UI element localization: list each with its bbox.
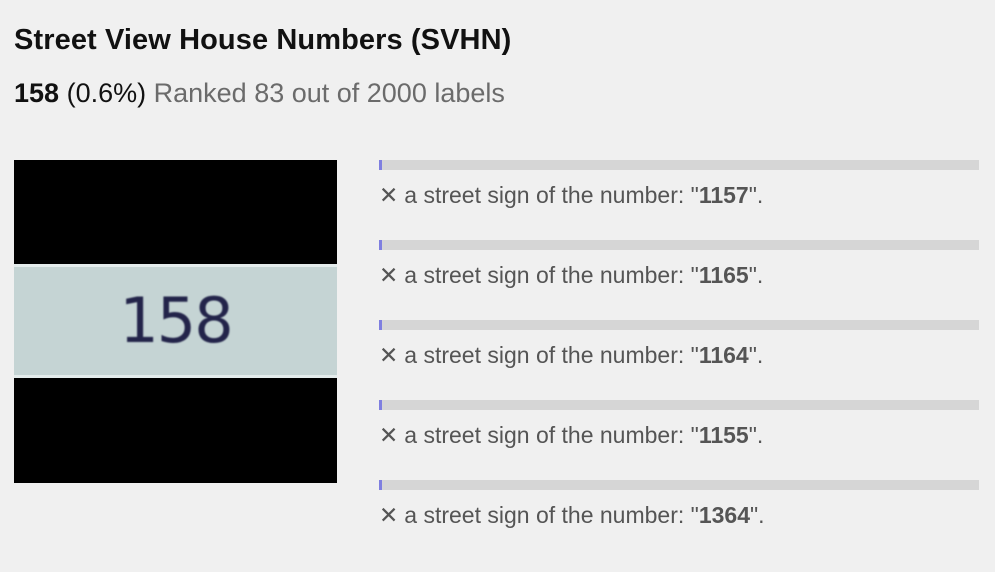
house-number-digits: 158 — [119, 284, 233, 357]
cross-icon: ✕ — [379, 502, 399, 528]
score-bar-track — [379, 400, 979, 410]
prediction-text: ✕ a street sign of the number: "1164". — [379, 342, 763, 369]
prediction-prefix: a street sign of the number: " — [404, 262, 699, 288]
page: Street View House Numbers (SVHN) 158 (0.… — [0, 0, 995, 572]
prediction-number: 1364 — [698, 502, 750, 528]
prediction-item: ✕ a street sign of the number: "1165". — [379, 240, 979, 300]
score-bar-fill — [379, 400, 382, 410]
score-bar-fill — [379, 240, 382, 250]
prediction-item: ✕ a street sign of the number: "1155". — [379, 400, 979, 460]
prediction-prefix: a street sign of the number: " — [404, 422, 699, 448]
prediction-number: 1157 — [698, 182, 749, 208]
label-summary: 158 (0.6%) Ranked 83 out of 2000 labels — [14, 78, 505, 109]
sample-image: 158 — [14, 160, 337, 483]
label-value: 158 — [14, 78, 60, 108]
prediction-number: 1164 — [698, 342, 749, 368]
prediction-item: ✕ a street sign of the number: "1364". — [379, 480, 979, 540]
score-bar-fill — [379, 160, 382, 170]
prediction-number: 1165 — [698, 262, 749, 288]
cross-icon: ✕ — [379, 422, 399, 448]
prediction-prefix: a street sign of the number: " — [404, 502, 699, 528]
cross-icon: ✕ — [379, 262, 399, 288]
score-bar-track — [379, 240, 979, 250]
prediction-prefix: a street sign of the number: " — [404, 342, 699, 368]
page-title: Street View House Numbers (SVHN) — [14, 24, 512, 56]
prediction-suffix: ". — [748, 182, 764, 208]
prediction-suffix: ". — [750, 502, 765, 528]
score-bar-track — [379, 480, 979, 490]
prediction-suffix: ". — [748, 262, 764, 288]
label-percent: (0.6%) — [66, 78, 147, 108]
prediction-number: 1155 — [698, 422, 749, 448]
score-bar-track — [379, 160, 979, 170]
score-bar-fill — [379, 480, 382, 490]
house-number-plate: 158 — [14, 264, 337, 378]
prediction-suffix: ". — [748, 422, 764, 448]
score-bar-fill — [379, 320, 382, 330]
cross-icon: ✕ — [379, 182, 399, 208]
rank-text: Ranked 83 out of 2000 labels — [153, 78, 505, 108]
cross-icon: ✕ — [379, 342, 399, 368]
prediction-suffix: ". — [748, 342, 764, 368]
prediction-prefix: a street sign of the number: " — [404, 182, 699, 208]
prediction-text: ✕ a street sign of the number: "1157". — [379, 182, 763, 209]
prediction-text: ✕ a street sign of the number: "1364". — [379, 502, 765, 529]
prediction-item: ✕ a street sign of the number: "1157". — [379, 160, 979, 220]
prediction-text: ✕ a street sign of the number: "1165". — [379, 262, 763, 289]
score-bar-track — [379, 320, 979, 330]
prediction-text: ✕ a street sign of the number: "1155". — [379, 422, 763, 449]
prediction-item: ✕ a street sign of the number: "1164". — [379, 320, 979, 380]
